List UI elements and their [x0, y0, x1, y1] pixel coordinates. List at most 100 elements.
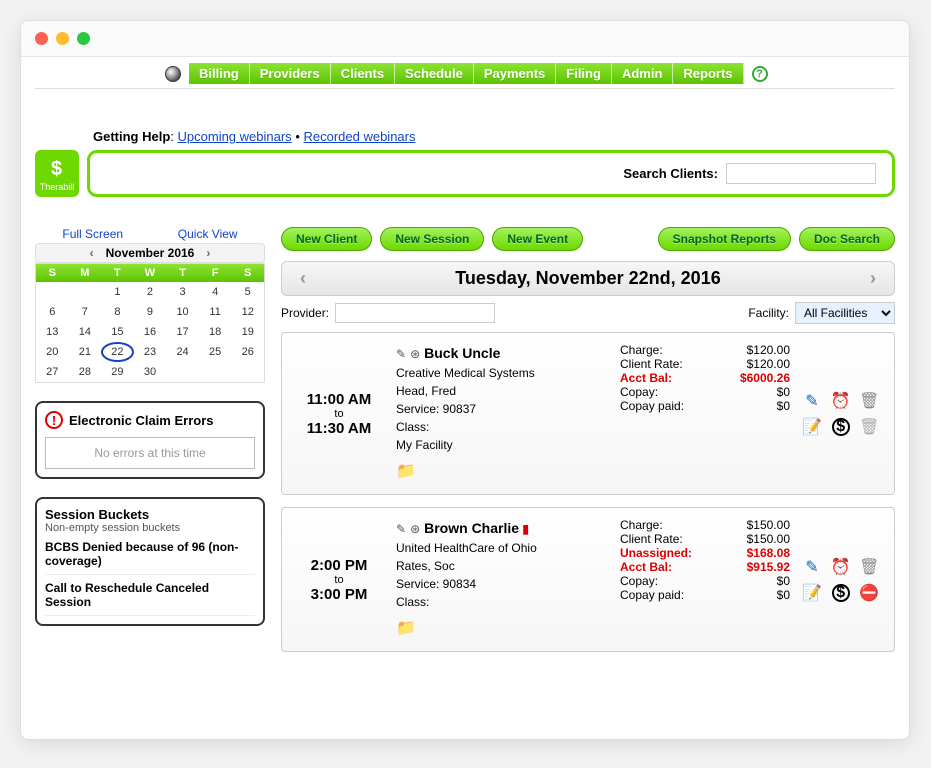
- calendar-day: [36, 282, 69, 302]
- calendar-day[interactable]: 4: [199, 282, 232, 302]
- calendar-day[interactable]: 19: [231, 322, 264, 342]
- fin-label: Copay:: [620, 574, 658, 588]
- nav-reports[interactable]: Reports: [673, 63, 743, 84]
- folder-icon[interactable]: 📁: [396, 460, 608, 484]
- dollar-icon[interactable]: ⊛: [410, 347, 420, 361]
- calendar-day[interactable]: 6: [36, 302, 69, 322]
- next-month-button[interactable]: ›: [200, 246, 216, 260]
- payment-icon[interactable]: $: [831, 417, 851, 437]
- dollar-icon[interactable]: ⊛: [410, 522, 420, 536]
- nav-schedule[interactable]: Schedule: [395, 63, 474, 84]
- delete-icon[interactable]: ⛔: [859, 583, 879, 603]
- fin-label: Copay paid:: [620, 399, 684, 413]
- provider-input[interactable]: [335, 303, 495, 323]
- calendar-day[interactable]: 27: [36, 362, 69, 382]
- bucket-item[interactable]: Call to Reschedule Canceled Session: [45, 575, 255, 616]
- minimize-icon[interactable]: [56, 32, 69, 45]
- calendar-day[interactable]: 26: [231, 342, 264, 362]
- zoom-icon[interactable]: [77, 32, 90, 45]
- pencil-icon[interactable]: ✎: [396, 522, 406, 536]
- logo-text: Therabill: [40, 182, 75, 192]
- reminder-icon[interactable]: ⏰: [831, 557, 851, 577]
- edit-icon[interactable]: ✎: [802, 391, 822, 411]
- close-icon[interactable]: [35, 32, 48, 45]
- calendar-day[interactable]: 20: [36, 342, 69, 362]
- nav-filing[interactable]: Filing: [556, 63, 612, 84]
- session-client-name[interactable]: Buck Uncle: [424, 345, 500, 361]
- trash-icon[interactable]: 🗑: [859, 557, 879, 577]
- divider: [35, 88, 895, 89]
- payment-icon[interactable]: $: [831, 583, 851, 603]
- fin-value: $168.08: [747, 546, 790, 560]
- calendar-day[interactable]: 21: [69, 342, 102, 362]
- calendar-day[interactable]: 18: [199, 322, 232, 342]
- new-event-button[interactable]: New Event: [492, 227, 583, 251]
- calendar-day[interactable]: 24: [166, 342, 199, 362]
- calendar-day[interactable]: 22: [101, 342, 134, 362]
- nav-admin[interactable]: Admin: [612, 63, 673, 84]
- calendar-dow: W: [134, 264, 167, 282]
- snapshot-reports-button[interactable]: Snapshot Reports: [658, 227, 791, 251]
- next-day-button[interactable]: ›: [862, 268, 884, 289]
- note-icon[interactable]: 📝: [802, 417, 822, 437]
- fin-value: $0: [777, 399, 790, 413]
- fin-value: $915.92: [747, 560, 790, 574]
- calendar-day[interactable]: 1: [101, 282, 134, 302]
- calendar-day[interactable]: 28: [69, 362, 102, 382]
- edit-icon[interactable]: ✎: [802, 557, 822, 577]
- globe-icon[interactable]: [165, 66, 181, 82]
- pencil-icon[interactable]: ✎: [396, 347, 406, 361]
- calendar-day[interactable]: 29: [101, 362, 134, 382]
- note-icon[interactable]: 📝: [802, 583, 822, 603]
- reminder-icon[interactable]: ⏰: [831, 391, 851, 411]
- recorded-webinars-link[interactable]: Recorded webinars: [303, 129, 415, 144]
- calendar-day[interactable]: 9: [134, 302, 167, 322]
- calendar-day[interactable]: 30: [134, 362, 167, 382]
- errors-panel-title: ! Electronic Claim Errors: [45, 411, 255, 429]
- delete-icon[interactable]: 🗑: [859, 417, 879, 437]
- nav-providers[interactable]: Providers: [250, 63, 331, 84]
- calendar-day[interactable]: 17: [166, 322, 199, 342]
- calendar-day[interactable]: 7: [69, 302, 102, 322]
- calendar-day[interactable]: 2: [134, 282, 167, 302]
- search-clients-input[interactable]: [726, 163, 876, 184]
- nav-billing[interactable]: Billing: [189, 63, 250, 84]
- calendar-day[interactable]: 23: [134, 342, 167, 362]
- trash-icon[interactable]: 🗑: [859, 391, 879, 411]
- fin-value: $6000.26: [740, 371, 790, 385]
- upcoming-webinars-link[interactable]: Upcoming webinars: [178, 129, 292, 144]
- calendar-day[interactable]: 8: [101, 302, 134, 322]
- calendar-day[interactable]: 11: [199, 302, 232, 322]
- full-screen-link[interactable]: Full Screen: [62, 227, 123, 241]
- errors-empty-message: No errors at this time: [45, 437, 255, 469]
- calendar-day[interactable]: 12: [231, 302, 264, 322]
- quick-view-link[interactable]: Quick View: [178, 227, 238, 241]
- nav-payments[interactable]: Payments: [474, 63, 556, 84]
- bucket-item[interactable]: BCBS Denied because of 96 (non-coverage): [45, 534, 255, 575]
- new-client-button[interactable]: New Client: [281, 227, 372, 251]
- doc-search-button[interactable]: Doc Search: [799, 227, 895, 251]
- help-icon[interactable]: ?: [752, 66, 768, 82]
- session-client-name[interactable]: Brown Charlie: [424, 520, 519, 536]
- calendar-day[interactable]: 13: [36, 322, 69, 342]
- folder-icon[interactable]: 📁: [396, 617, 608, 641]
- date-header-text: Tuesday, November 22nd, 2016: [455, 268, 720, 289]
- facility-select[interactable]: All Facilities: [795, 302, 895, 324]
- sessions-list: 11:00 AMto11:30 AM✎⊛Buck UncleCreative M…: [281, 332, 895, 652]
- calendar-day[interactable]: 14: [69, 322, 102, 342]
- nav-clients[interactable]: Clients: [331, 63, 395, 84]
- calendar-day[interactable]: 5: [231, 282, 264, 302]
- new-session-button[interactable]: New Session: [380, 227, 484, 251]
- calendar-day[interactable]: 10: [166, 302, 199, 322]
- alert-icon: !: [45, 411, 63, 429]
- provider-facility-row: Provider: Facility: All Facilities: [281, 302, 895, 324]
- calendar-day[interactable]: 16: [134, 322, 167, 342]
- therabill-logo[interactable]: $ Therabill: [35, 150, 79, 197]
- provider-label: Provider:: [281, 306, 329, 320]
- prev-month-button[interactable]: ‹: [84, 246, 100, 260]
- session-financials: Charge:$150.00Client Rate:$150.00Unassig…: [620, 518, 790, 641]
- calendar-day[interactable]: 25: [199, 342, 232, 362]
- prev-day-button[interactable]: ‹: [292, 268, 314, 289]
- calendar-day[interactable]: 15: [101, 322, 134, 342]
- calendar-day[interactable]: 3: [166, 282, 199, 302]
